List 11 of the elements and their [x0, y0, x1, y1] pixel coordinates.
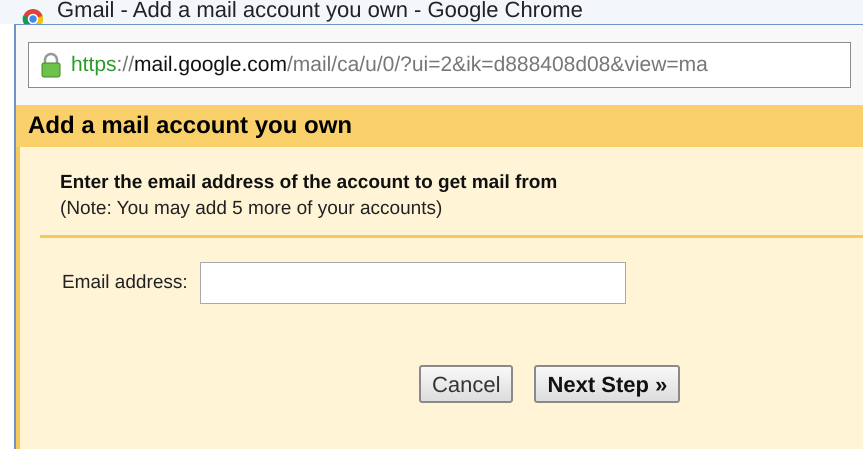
lock-icon: [41, 52, 61, 78]
field-label: Email address:: [62, 270, 188, 295]
note-text: (Note: You may add 5 more of your accounts): [60, 197, 444, 221]
window-title: Gmail - Add a mail account you own - Google Chrome: [57, 0, 583, 21]
email-field[interactable]: [200, 262, 626, 304]
address-bar[interactable]: https://mail.google.com/mail/ca/u/0/?ui=2&ik=d888408d08&view=ma: [28, 42, 851, 88]
dialog-heading: Enter the email address of the account to get mail from: [60, 171, 558, 195]
cancel-button[interactable]: Cancel: [419, 365, 514, 403]
url-text: https://mail.google.com/mail/ca/u/0/?ui=2&ik=d888408d08&view=ma: [71, 52, 708, 78]
dialog-title: Add a mail account you own: [28, 111, 352, 141]
next-step-button[interactable]: Next Step »: [534, 365, 680, 403]
